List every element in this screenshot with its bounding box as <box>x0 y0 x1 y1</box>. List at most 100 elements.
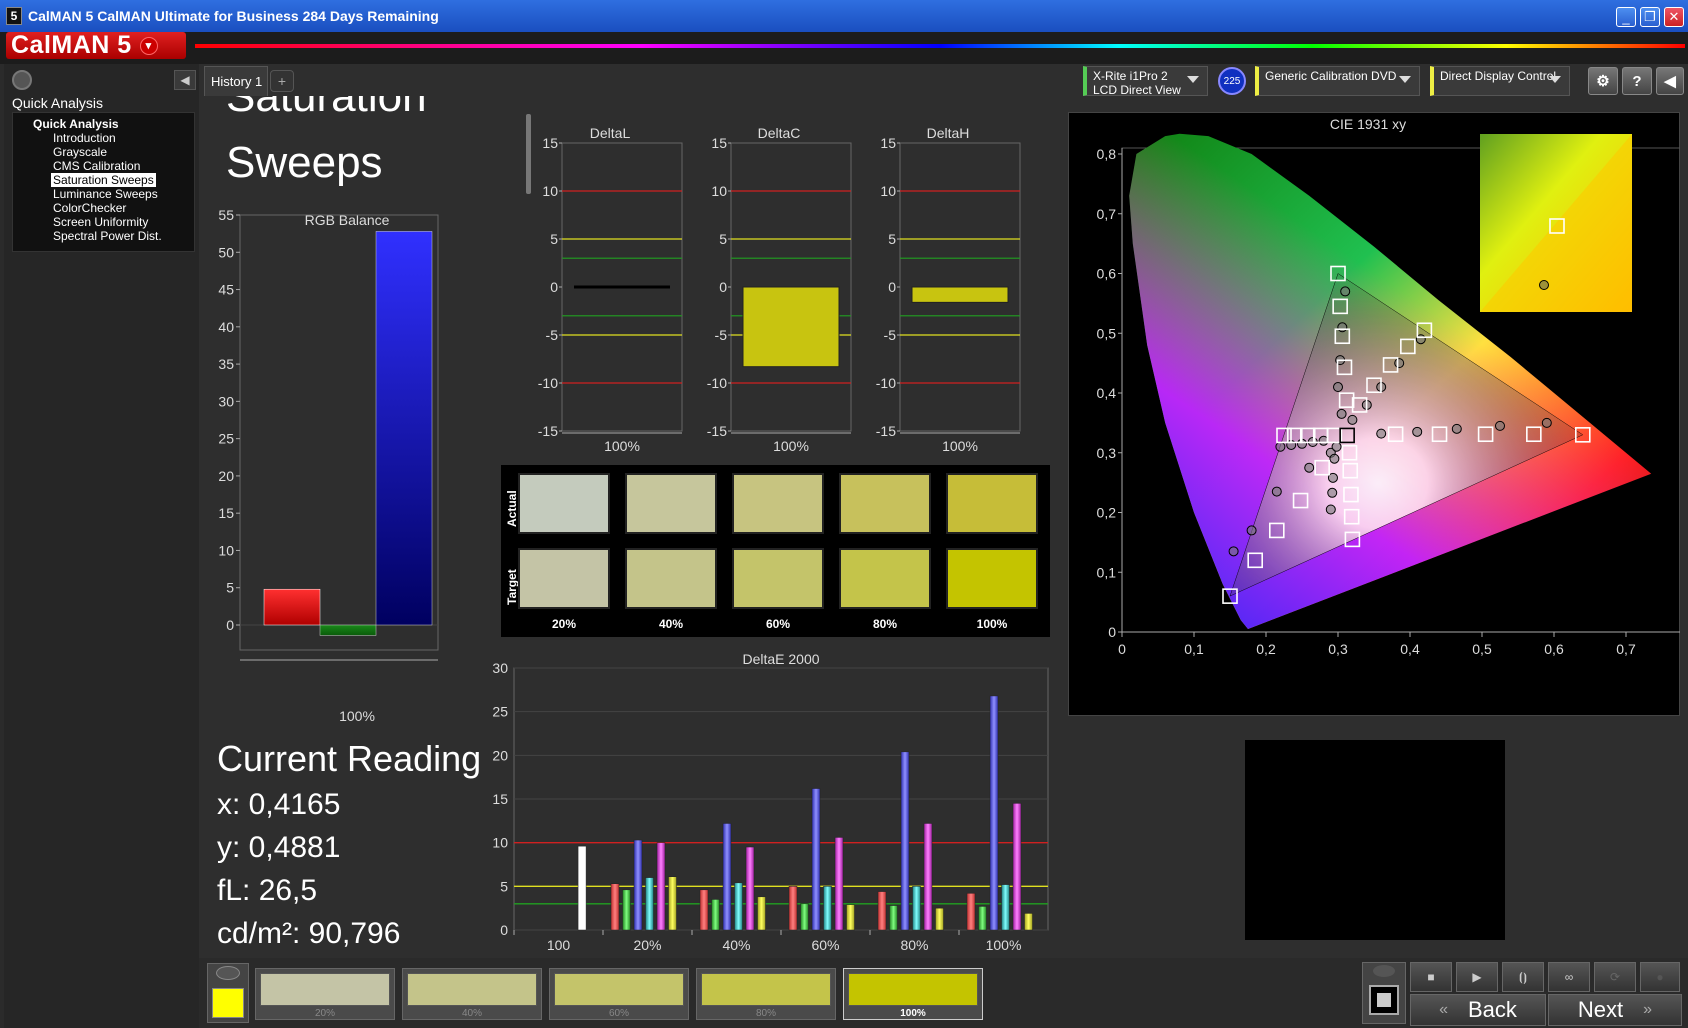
cie-actual-point <box>1394 358 1405 369</box>
refresh-icon[interactable]: ⟳ <box>1594 962 1636 992</box>
sidebar-item-spectral-power[interactable]: Spectral Power Dist. <box>19 229 194 243</box>
brand-menu-button[interactable]: CalMAN 5 ▾ <box>6 31 186 59</box>
stop-icon[interactable]: ■ <box>1410 962 1452 992</box>
delta-bar <box>911 286 1009 303</box>
delta-tick-label: 15 <box>711 135 727 151</box>
deltae-category-label: 40% <box>722 937 750 953</box>
chevron-left-icon[interactable]: ◀ <box>1656 67 1684 95</box>
target-swatch <box>839 548 931 609</box>
deltae-bar <box>846 904 855 931</box>
deltae-category-label: 100 <box>547 937 571 953</box>
cie-actual-point <box>1329 453 1340 464</box>
target-swatch <box>946 548 1038 609</box>
deltae-bar <box>757 896 766 931</box>
delta-tick-label: -10 <box>876 375 896 391</box>
meter-badge[interactable]: 225 <box>1218 67 1246 95</box>
cie-actual-point <box>1275 441 1286 452</box>
patch-button[interactable]: 40% <box>402 968 542 1020</box>
help-button[interactable]: ? <box>1622 67 1652 95</box>
brand-label: CalMAN 5 <box>11 31 132 59</box>
deltae-tick-label: 25 <box>492 704 508 720</box>
workflow-tree: Quick Analysis Introduction Grayscale CM… <box>12 112 195 252</box>
restore-button[interactable]: ❐ <box>1640 7 1660 27</box>
eject-icon[interactable] <box>216 966 240 980</box>
cie-actual-point <box>1304 462 1315 473</box>
cie-actual-point <box>1451 423 1462 434</box>
delta-tick-label: 5 <box>550 231 558 247</box>
stop-control <box>1362 962 1406 1024</box>
delta-chart-title: DeltaH <box>927 125 970 141</box>
meter-selector[interactable]: X-Rite i1Pro 2 LCD Direct View <box>1083 66 1208 97</box>
delta-tick-label: 0 <box>888 279 896 295</box>
sidebar-item-luminance-sweeps[interactable]: Luminance Sweeps <box>19 187 194 201</box>
sidebar-item-saturation-sweeps[interactable]: Saturation Sweeps <box>51 173 156 187</box>
cie-y-tick-label: 0 <box>1108 624 1116 640</box>
read-continuous-icon[interactable]: ⦗⦘ <box>1502 962 1544 992</box>
deltae-bar <box>633 839 643 931</box>
delta-tick-label: -15 <box>876 423 896 439</box>
patch-button[interactable]: 80% <box>696 968 836 1020</box>
cie-chart: CIE 1931 xy 0 0,1 0,2 0,3 0,4 0,5 0,6 0,7 0,8 0 0,1… <box>1097 116 1680 657</box>
double-chevron-left-icon: « <box>1439 1001 1448 1018</box>
rgb-tick-label: 5 <box>226 580 234 596</box>
delta-bar <box>742 286 840 368</box>
cie-x-tick-label: 0,5 <box>1472 641 1492 657</box>
play-icon[interactable]: ▶ <box>1456 962 1498 992</box>
delta-tick-label: 10 <box>542 183 558 199</box>
swatch-label: 60% <box>765 617 791 631</box>
close-button[interactable]: ✕ <box>1664 7 1684 27</box>
sidebar-item-screen-uniformity[interactable]: Screen Uniformity <box>19 215 194 229</box>
rgb-balance-title: RGB Balance <box>305 212 390 228</box>
deltae-bar <box>788 886 798 931</box>
deltae-tick-label: 5 <box>500 878 508 894</box>
display-selector[interactable]: Direct Display Control <box>1430 66 1570 96</box>
sidebar-item-grayscale[interactable]: Grayscale <box>19 145 194 159</box>
chevron-down-icon <box>1399 76 1411 83</box>
cie-actual-point <box>1327 487 1338 498</box>
patch-button[interactable]: 20% <box>255 968 395 1020</box>
rgb-tick-label: 10 <box>218 542 234 558</box>
cie-y-tick-label: 0,4 <box>1097 385 1117 401</box>
patch-button[interactable]: 100% <box>843 968 983 1020</box>
deltae-bar <box>668 876 677 931</box>
source-name: Generic Calibration DVD <box>1265 69 1397 83</box>
sidebar-item-cms-calibration[interactable]: CMS Calibration <box>19 159 194 173</box>
swatch-label: 40% <box>658 617 684 631</box>
tree-root[interactable]: Quick Analysis <box>19 117 194 131</box>
back-button[interactable]: « Back <box>1410 994 1546 1026</box>
pin-icon[interactable] <box>12 70 32 90</box>
source-selector[interactable]: Generic Calibration DVD <box>1255 66 1420 96</box>
loop-icon[interactable]: ∞ <box>1548 962 1590 992</box>
rgb-tick-label: 30 <box>218 393 234 409</box>
minimize-button[interactable]: _ <box>1616 7 1636 27</box>
cie-actual-point <box>1246 525 1257 536</box>
sidebar-item-colorchecker[interactable]: ColorChecker <box>19 201 194 215</box>
tab-history-1[interactable]: History 1 <box>204 66 268 96</box>
collapse-sidebar-button[interactable]: ◀ <box>174 70 196 90</box>
rgb-tick-label: 55 <box>218 207 234 223</box>
extra-control-icon[interactable]: ● <box>1640 962 1680 992</box>
gear-icon[interactable]: ⚙ <box>1588 67 1618 95</box>
eject-icon[interactable] <box>1373 965 1395 977</box>
deltae-category-label: 100% <box>986 937 1022 953</box>
sidebar-item-introduction[interactable]: Introduction <box>19 131 194 145</box>
deltae-bar <box>745 846 755 931</box>
deltae-bar <box>622 889 631 931</box>
deltae-bar <box>989 695 999 931</box>
deltae-bar <box>923 823 933 931</box>
delta-tick-label: 0 <box>719 279 727 295</box>
rgb-tick-label: 40 <box>218 319 234 335</box>
delta-tick-label: 5 <box>719 231 727 247</box>
reading-x: x: 0,4165 <box>217 788 341 821</box>
next-label: Next <box>1577 997 1624 1022</box>
cie-y-tick-label: 0,1 <box>1097 564 1117 580</box>
patch-button[interactable]: 60% <box>549 968 689 1020</box>
delta-charts: DeltaL 15 10 5 0 -5 -10 -15 100% DeltaC 15 10 5 0 -5 -1… <box>538 125 1021 454</box>
next-button[interactable]: Next » <box>1548 994 1682 1026</box>
target-swatch <box>625 548 717 609</box>
rgb-balance-chart: RGB Balance 5550454035302520151050 100% <box>218 207 439 724</box>
cie-y-tick-label: 0,2 <box>1097 505 1117 521</box>
stop-button[interactable] <box>1369 985 1399 1015</box>
delta-tick-label: -15 <box>538 423 558 439</box>
add-tab-button[interactable]: + <box>270 70 294 92</box>
